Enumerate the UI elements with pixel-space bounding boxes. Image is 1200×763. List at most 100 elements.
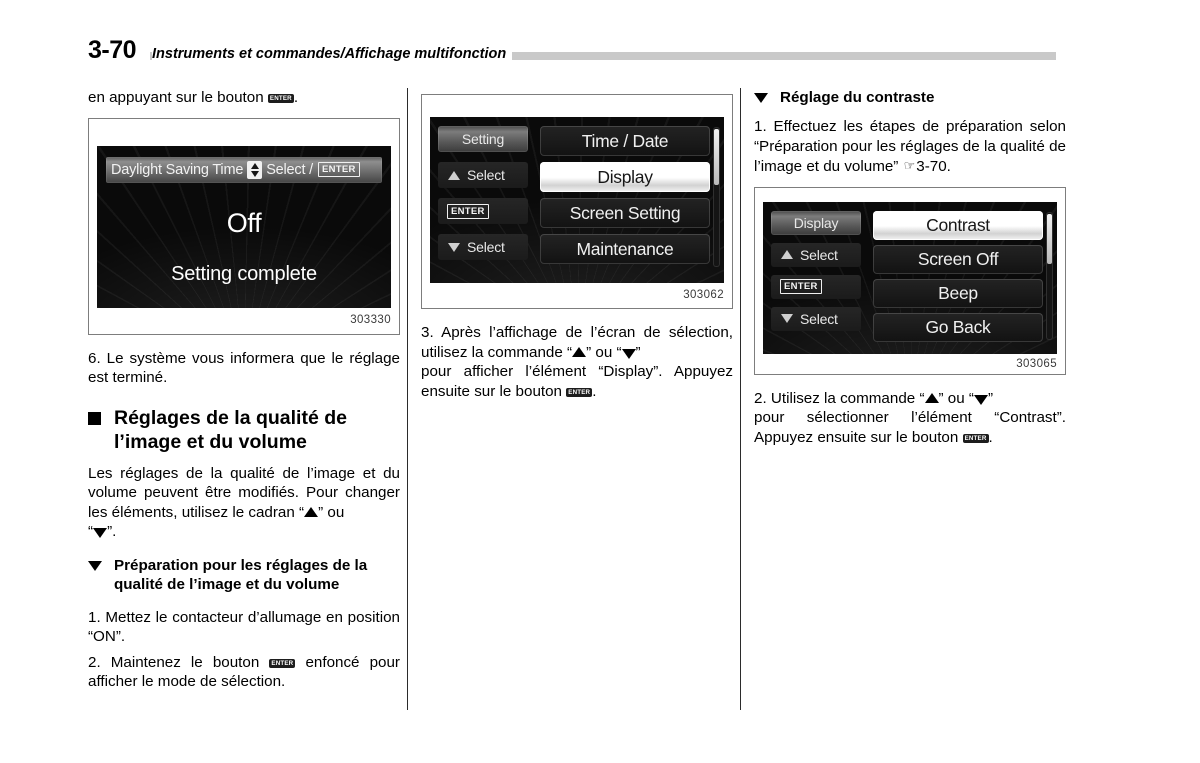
intro-period: . bbox=[293, 89, 299, 106]
lcd-select-down-button[interactable]: Select bbox=[771, 306, 861, 331]
lcd-mode-title-setting: Setting bbox=[438, 126, 528, 152]
step-2-text-c: ” bbox=[987, 389, 994, 407]
column-divider-left bbox=[407, 88, 408, 710]
section-heading-text: Réglages de la qualité de l’image et du … bbox=[114, 406, 347, 453]
enter-button-icon: ENTER bbox=[267, 94, 294, 103]
step-6-paragraph: 6. Le système vous informera que le régl… bbox=[88, 349, 400, 387]
step-1-page-ref: 3-70. bbox=[916, 158, 951, 175]
triangle-down-bullet-icon bbox=[88, 560, 102, 571]
lcd-enter-badge: ENTER bbox=[317, 162, 360, 177]
page-header: 3-70 Instruments et commandes/Affichage … bbox=[0, 0, 1200, 80]
lcd-select-down-button[interactable]: Select bbox=[438, 234, 528, 260]
page-number: 3-70 bbox=[88, 36, 137, 64]
figure-daylight-saving-time: Daylight Saving Time Select / ENTER Off … bbox=[88, 117, 400, 335]
step-2-text-a: 2. Utilisez la commande “ bbox=[754, 389, 925, 407]
step-2-paragraph: 2. Maintenez le bouton ENTER enfoncé pou… bbox=[88, 653, 400, 692]
column-2: Setting Select ENTER Select Time / Date … bbox=[421, 88, 733, 401]
lcd-scrollbar-thumb[interactable] bbox=[1047, 213, 1052, 264]
description-part-a: Les réglages de la qualité de l’image et… bbox=[88, 464, 400, 521]
lcd-select-up-button[interactable]: Select bbox=[771, 242, 861, 267]
step-2-text-b: ” ou “ bbox=[938, 389, 974, 407]
step-1-contrast-paragraph: 1. Effectuez les étapes de préparation s… bbox=[754, 117, 1066, 177]
step-2-text-e: . bbox=[988, 428, 993, 446]
step-2-text-d: pour sélectionner l’élément “Contrast”. … bbox=[754, 409, 1066, 446]
figure-caption-number: 303330 bbox=[350, 313, 391, 326]
figure-caption-number: 303062 bbox=[683, 289, 724, 301]
triangle-up-icon bbox=[448, 170, 460, 180]
image-volume-description: Les réglages de la qualité de l’image et… bbox=[88, 464, 400, 542]
lcd-mode-title-display: Display bbox=[771, 210, 861, 235]
enter-button-icon: ENTER bbox=[566, 387, 593, 397]
lcd-screen-setting-menu: Setting Select ENTER Select Time / Date … bbox=[430, 117, 724, 283]
lcd-header-select: Select / bbox=[266, 161, 313, 178]
triangle-down-icon bbox=[93, 528, 108, 538]
menu-item-go-back[interactable]: Go Back bbox=[873, 312, 1043, 342]
lcd-select-up-label: Select bbox=[800, 246, 838, 263]
figure-caption-number: 303065 bbox=[1016, 357, 1057, 370]
lcd-scrollbar-track[interactable] bbox=[713, 127, 720, 267]
lcd-select-up-label: Select bbox=[467, 167, 505, 183]
menu-item-screen-off[interactable]: Screen Off bbox=[873, 244, 1043, 274]
triangle-down-icon bbox=[973, 394, 988, 405]
step-3-text-b: ” ou “ bbox=[586, 343, 622, 361]
lcd-left-controls: Display Select ENTER Select bbox=[763, 202, 869, 354]
up-down-arrows-icon bbox=[247, 160, 263, 179]
lcd-select-down-label: Select bbox=[467, 239, 505, 255]
triangle-down-bullet-icon bbox=[754, 93, 768, 103]
lcd-scrollbar-track[interactable] bbox=[1046, 211, 1053, 340]
square-bullet-icon bbox=[88, 411, 101, 425]
lcd-scrollbar-thumb[interactable] bbox=[714, 129, 719, 185]
lcd-select-down-label: Select bbox=[800, 310, 838, 327]
sub-heading-contrast-text: Réglage du contraste bbox=[780, 89, 935, 106]
triangle-up-icon bbox=[781, 250, 793, 259]
lcd-enter-button[interactable]: ENTER bbox=[771, 274, 861, 299]
lcd-menu-list: Contrast Screen Off Beep Go Back bbox=[869, 202, 1057, 354]
menu-item-beep[interactable]: Beep bbox=[873, 278, 1043, 308]
step-2-contrast-paragraph: 2. Utilisez la commande “ ” ou “ ” pour sél… bbox=[754, 389, 1066, 448]
menu-item-time-date[interactable]: Time / Date bbox=[540, 126, 710, 156]
lcd-enter-badge: ENTER bbox=[447, 203, 489, 219]
lcd-header-bar: Daylight Saving Time Select / ENTER bbox=[106, 156, 382, 183]
column-1: en appuyant sur le bouton ENTER. Dayligh… bbox=[88, 88, 400, 692]
sub-heading-preparation: Préparation pour les réglages de la qual… bbox=[88, 556, 400, 594]
lcd-current-value: Off bbox=[97, 208, 391, 239]
lcd-enter-button[interactable]: ENTER bbox=[438, 198, 528, 224]
lcd-header-title: Daylight Saving Time bbox=[111, 161, 244, 178]
intro-paragraph: en appuyant sur le bouton ENTER. bbox=[88, 88, 400, 108]
lcd-select-up-button[interactable]: Select bbox=[438, 162, 528, 188]
column-3: Réglage du contraste 1. Effectuez les ét… bbox=[754, 88, 1066, 447]
step-3-text-c: ” bbox=[635, 343, 641, 361]
step-3-paragraph: 3. Après l’affichage de l’écran de sélec… bbox=[421, 323, 733, 401]
step-3-text-e: . bbox=[592, 382, 597, 400]
triangle-down-icon bbox=[781, 314, 793, 323]
step-2-text-a: 2. Maintenez le bouton bbox=[88, 653, 260, 671]
description-part-d: ”. bbox=[107, 523, 117, 540]
triangle-down-icon bbox=[448, 242, 460, 252]
menu-item-screen-setting[interactable]: Screen Setting bbox=[540, 198, 710, 228]
lcd-status-text: Setting complete bbox=[171, 262, 317, 285]
pointing-hand-icon: ☞ bbox=[903, 158, 916, 173]
triangle-down-icon bbox=[621, 348, 636, 359]
lcd-enter-badge: ENTER bbox=[780, 279, 822, 294]
sub-heading-contrast-setting: Réglage du contraste bbox=[754, 88, 1066, 107]
column-divider-right bbox=[740, 88, 741, 710]
lcd-screen-display-menu: Display Select ENTER Select Contrast Scr… bbox=[763, 201, 1057, 354]
enter-button-icon: ENTER bbox=[269, 658, 296, 668]
triangle-up-icon bbox=[304, 506, 319, 517]
triangle-up-icon bbox=[572, 346, 587, 357]
lcd-screen-daylight-saving: Daylight Saving Time Select / ENTER Off … bbox=[97, 145, 391, 308]
header-title: Instruments et commandes/Affichage multi… bbox=[152, 46, 513, 62]
enter-button-icon: ENTER bbox=[962, 433, 989, 443]
step-1-paragraph: 1. Mettez le contacteur d’allumage en po… bbox=[88, 608, 400, 646]
figure-setting-menu: Setting Select ENTER Select Time / Date … bbox=[421, 94, 733, 309]
description-part-b: ” ou bbox=[318, 503, 345, 521]
triangle-up-icon bbox=[924, 392, 939, 403]
intro-text: en appuyant sur le bouton bbox=[88, 89, 264, 106]
sub-heading-preparation-text: Préparation pour les réglages de la qual… bbox=[114, 556, 368, 593]
menu-item-maintenance[interactable]: Maintenance bbox=[540, 234, 710, 264]
lcd-menu-list: Time / Date Display Screen Setting Maint… bbox=[536, 117, 724, 283]
section-heading-image-volume-settings: Réglages de la qualité de l’image et du … bbox=[88, 406, 400, 454]
menu-item-display[interactable]: Display bbox=[540, 162, 710, 192]
figure-display-menu: Display Select ENTER Select Contrast Scr… bbox=[754, 186, 1066, 375]
menu-item-contrast[interactable]: Contrast bbox=[873, 210, 1043, 240]
